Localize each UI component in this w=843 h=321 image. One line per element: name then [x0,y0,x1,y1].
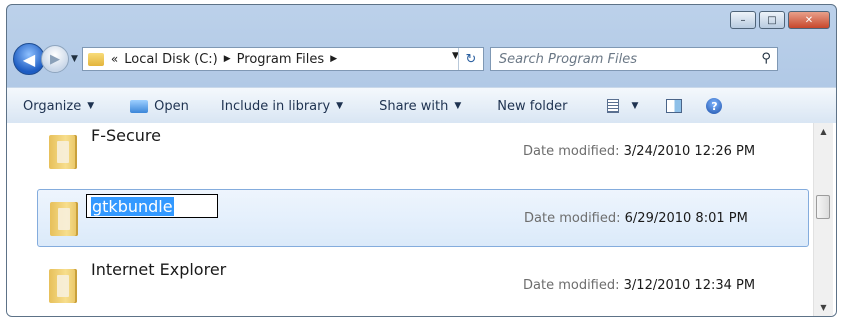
list-item[interactable]: Internet Explorer Date modified: 3/12/20… [37,257,809,315]
date-modified-label: Date modified: [524,211,625,226]
date-modified-value: 3/12/2010 12:34 PM [623,278,756,293]
scroll-down-icon[interactable]: ▼ [814,299,833,316]
share-with-button[interactable]: Share with ▼ [379,99,461,114]
list-item[interactable]: F-Secure Date modified: 3/24/2010 12:26 … [37,123,809,181]
navigation-bar: ◀ ▶ ▼ « Local Disk (C:) ▶ Program Files … [13,42,830,76]
folder-icon [50,202,78,236]
address-overflow-button[interactable]: « [111,52,118,66]
new-folder-button[interactable]: New folder [497,99,567,114]
forward-arrow-icon: ▶ [50,51,60,67]
include-in-library-button[interactable]: Include in library ▼ [221,99,343,114]
rename-input[interactable]: gtkbundle [86,194,218,218]
open-button[interactable]: Open [130,99,189,114]
preview-pane-icon [666,99,683,113]
change-view-button[interactable]: ▼ [607,99,638,113]
date-modified-value: 3/24/2010 12:26 PM [623,144,756,159]
breadcrumb-local-disk[interactable]: Local Disk (C:) [124,52,217,67]
preview-pane-button[interactable] [666,99,683,113]
new-folder-label: New folder [497,98,568,114]
vertical-scrollbar[interactable]: ▲ ▼ [813,123,833,316]
file-list: F-Secure Date modified: 3/24/2010 12:26 … [7,123,836,316]
refresh-button[interactable]: ↻ [457,48,483,70]
chevron-down-icon: ▼ [87,101,95,111]
close-button[interactable]: ✕ [788,11,830,29]
breadcrumb-arrow-icon[interactable]: ▶ [330,54,337,64]
file-name: Internet Explorer [91,260,227,279]
chevron-down-icon: ▼ [454,101,462,111]
file-name: F-Secure [91,126,161,145]
date-modified-label: Date modified: [523,278,624,293]
date-modified: Date modified: 3/12/2010 12:34 PM [523,278,755,293]
include-in-library-label: Include in library [220,98,331,114]
share-with-label: Share with [379,98,449,114]
command-bar: Organize ▼ Open Include in library ▼ Sha… [7,87,836,125]
organize-label: Organize [23,98,82,114]
minimize-button[interactable]: – [730,11,756,29]
caption-controls: – □ ✕ [730,11,830,29]
search-input[interactable]: Search Program Files ⚲ [489,47,778,71]
folder-icon [49,269,77,303]
folder-icon [49,135,77,169]
back-arrow-icon: ◀ [22,49,36,69]
breadcrumb-arrow-icon[interactable]: ▶ [224,54,231,64]
chevron-down-icon: ▼ [336,101,344,111]
breadcrumb-program-files[interactable]: Program Files [237,52,325,67]
organize-button[interactable]: Organize ▼ [23,99,94,114]
forward-button[interactable]: ▶ [41,45,69,73]
folder-icon [87,52,104,66]
scroll-up-icon[interactable]: ▲ [814,123,833,140]
scroll-thumb[interactable] [816,195,830,219]
explorer-window: – □ ✕ ◀ ▶ ▼ « Local Disk (C:) ▶ Program … [6,4,837,317]
help-icon: ? [706,98,723,114]
list-item-selected[interactable]: gtkbundle Date modified: 6/29/2010 8:01 … [37,189,809,247]
maximize-button[interactable]: □ [759,11,785,29]
date-modified-label: Date modified: [523,144,624,159]
details-view-icon [607,99,620,113]
search-placeholder: Search Program Files [498,51,637,67]
help-button[interactable]: ? [706,98,723,114]
address-bar[interactable]: « Local Disk (C:) ▶ Program Files ▶ ▼ ↻ [81,47,484,71]
search-icon[interactable]: ⚲ [761,51,771,66]
recent-pages-dropdown[interactable]: ▼ [71,54,78,64]
refresh-icon: ↻ [465,51,477,67]
date-modified-value: 6/29/2010 8:01 PM [624,211,748,226]
date-modified: Date modified: 6/29/2010 8:01 PM [524,211,748,226]
open-folder-icon [130,99,149,113]
rename-text: gtkbundle [91,197,174,216]
open-label: Open [154,98,189,114]
chevron-down-icon: ▼ [631,101,639,111]
date-modified: Date modified: 3/24/2010 12:26 PM [523,144,755,159]
